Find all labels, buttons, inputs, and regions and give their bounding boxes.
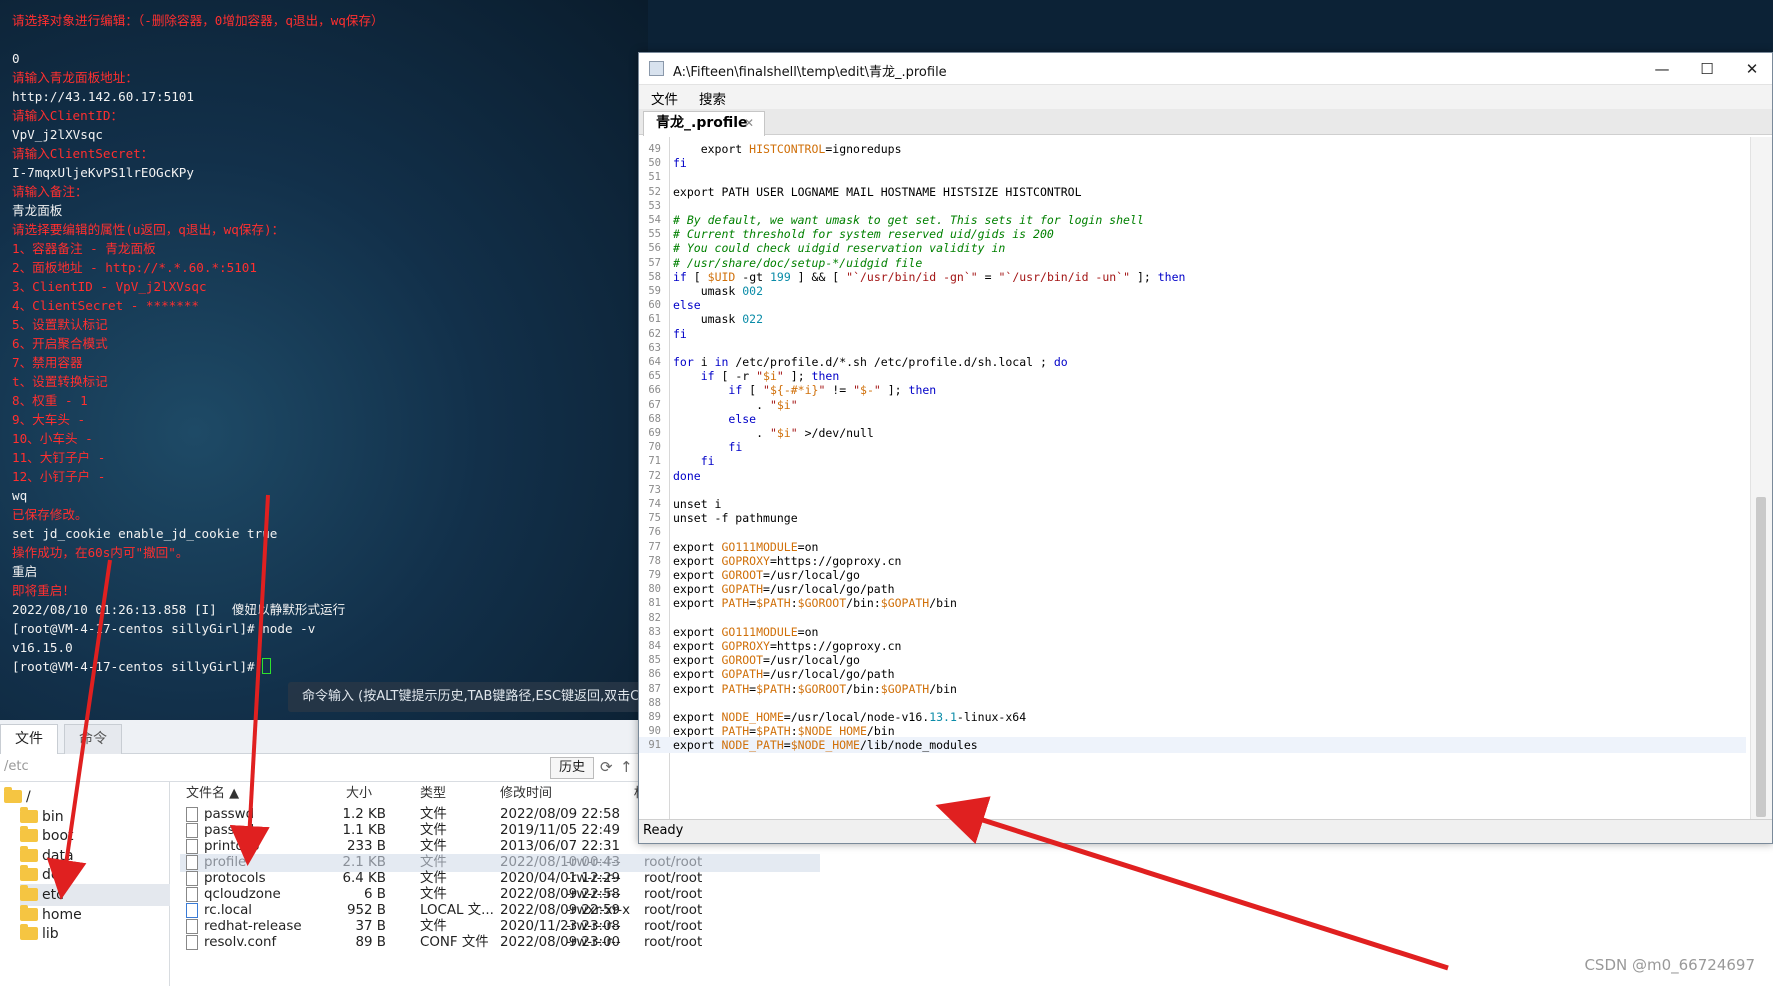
arrow-to-node-home bbox=[935, 796, 1449, 971]
arrow-to-profile bbox=[229, 494, 270, 866]
arrow-to-etc bbox=[46, 559, 112, 900]
annotation-arrows bbox=[46, 494, 1449, 971]
watermark: CSDN @m0_66724697 bbox=[1584, 956, 1755, 974]
